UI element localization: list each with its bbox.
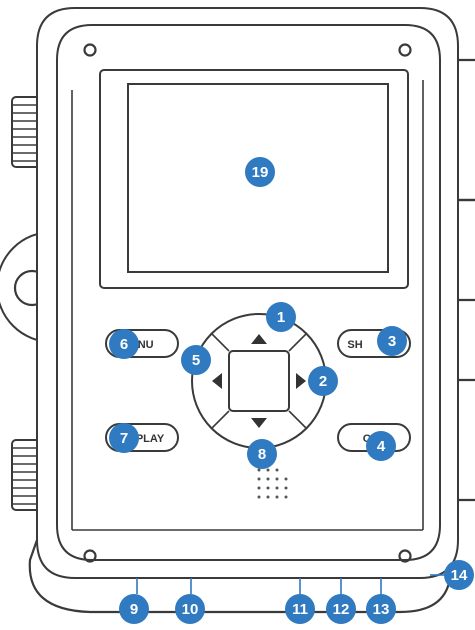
callout-5: 5 [181,345,211,375]
callout-14: 14 [444,560,474,590]
svg-text:2: 2 [319,373,327,390]
d-pad [191,313,327,449]
svg-text:6: 6 [120,336,128,353]
svg-text:10: 10 [182,601,199,618]
callout-3: 3 [377,326,407,356]
camera-diagram: ENU PLAY SH O 19 1 2 3 4 5 6 7 8 9 10 11… [0,0,475,630]
svg-text:19: 19 [252,164,269,181]
callout-12: 12 [326,594,356,624]
svg-text:14: 14 [451,567,468,584]
svg-text:7: 7 [120,430,128,447]
svg-text:8: 8 [258,446,266,463]
shot-button-label: SH [347,339,362,351]
callout-13: 13 [366,594,396,624]
svg-text:5: 5 [192,352,200,369]
callout-1: 1 [266,302,296,332]
svg-text:1: 1 [277,309,285,326]
svg-text:11: 11 [292,601,308,618]
svg-text:9: 9 [130,601,138,618]
callout-7: 7 [109,423,139,453]
camera-drawing: ENU PLAY SH O 19 1 2 3 4 5 6 7 8 9 10 11… [0,7,475,624]
svg-text:3: 3 [388,333,396,350]
callout-6: 6 [109,329,139,359]
play-button-label: PLAY [136,433,165,445]
svg-text:4: 4 [377,438,386,455]
callout-9: 9 [119,594,149,624]
callout-11: 11 [285,594,315,624]
svg-text:13: 13 [373,601,390,618]
svg-text:12: 12 [333,601,350,618]
callout-10: 10 [175,594,205,624]
callout-4: 4 [366,431,396,461]
callout-19: 19 [245,157,275,187]
callout-8: 8 [247,439,277,469]
callout-2: 2 [308,366,338,396]
